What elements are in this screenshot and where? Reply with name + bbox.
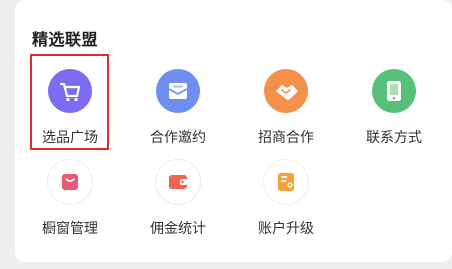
grid-item-label: 选品广场 bbox=[42, 130, 98, 146]
grid-item-label: 招商合作 bbox=[258, 130, 314, 146]
mail-icon bbox=[156, 69, 200, 113]
grid-item-label: 橱窗管理 bbox=[42, 221, 98, 237]
grid-item-showcase-management[interactable]: 橱窗管理 bbox=[25, 160, 115, 238]
certificate-icon bbox=[264, 160, 308, 204]
grid-item-label: 联系方式 bbox=[366, 130, 422, 146]
grid-item-label: 账户升级 bbox=[258, 221, 314, 237]
grid-item-contact-info[interactable]: 联系方式 bbox=[349, 69, 439, 147]
phone-icon bbox=[372, 69, 416, 113]
grid-item-product-square[interactable]: 选品广场 bbox=[25, 69, 115, 147]
cart-icon bbox=[48, 69, 92, 113]
grid-item-account-upgrade[interactable]: 账户升级 bbox=[241, 160, 331, 238]
wallet-icon bbox=[156, 160, 200, 204]
grid-item-commission-stats[interactable]: 佣金统计 bbox=[133, 160, 223, 238]
handshake-icon bbox=[264, 69, 308, 113]
grid-item-merchant-cooperation[interactable]: 招商合作 bbox=[241, 69, 331, 147]
bag-icon bbox=[48, 160, 92, 204]
page-background-strip bbox=[0, 262, 452, 269]
section-title: 精选联盟 bbox=[32, 30, 99, 49]
grid-item-label: 合作邀约 bbox=[150, 130, 206, 146]
grid-item-label: 佣金统计 bbox=[150, 221, 206, 237]
grid-item-cooperation-invite[interactable]: 合作邀约 bbox=[133, 69, 223, 147]
